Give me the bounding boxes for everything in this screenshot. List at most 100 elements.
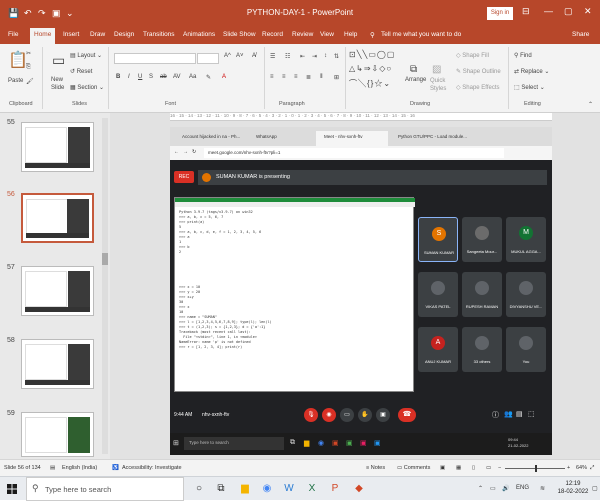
sign-in-button[interactable]: Sign in — [487, 7, 513, 20]
accessibility-status[interactable]: Accessibility: Investigate — [122, 465, 182, 471]
select-button[interactable]: ⬚ Select ⌄ — [514, 84, 545, 91]
fit-slide-icon[interactable]: ⤢ — [590, 465, 594, 472]
tab-animations[interactable]: Animations — [183, 31, 215, 38]
tab-slide-show[interactable]: Slide Show — [223, 31, 256, 38]
input-language[interactable]: ENG — [516, 485, 529, 491]
font-color-icon[interactable]: A — [222, 74, 226, 80]
tab-draw[interactable]: Draw — [90, 31, 105, 38]
shapes-gallery[interactable]: ⊡╲╲▭◯▢ — [349, 50, 395, 59]
maximize-button[interactable]: ▢ — [564, 6, 573, 17]
zoom-out-button[interactable]: − — [498, 465, 501, 471]
justify-icon[interactable]: ≣ — [306, 74, 311, 81]
tab-file[interactable]: File — [8, 31, 18, 38]
zoom-in-button[interactable]: + — [567, 465, 570, 471]
tab-review[interactable]: Review — [292, 31, 313, 38]
scrollbar-thumb[interactable] — [102, 253, 108, 265]
strikethrough-button[interactable]: ab — [160, 74, 167, 80]
tab-design[interactable]: Design — [114, 31, 134, 38]
italic-button[interactable]: I — [128, 74, 130, 80]
align-left-icon[interactable]: ≡ — [270, 74, 274, 80]
columns-icon[interactable]: ⫴ — [320, 74, 323, 81]
taskbar-search-box[interactable]: ⚲ Type here to search — [26, 477, 184, 501]
ribbon-display-options-icon[interactable]: ⊟ — [522, 6, 530, 17]
cut-icon[interactable]: ✂ — [26, 50, 31, 57]
new-slide-icon[interactable]: ▭ — [52, 52, 65, 69]
increase-indent-icon[interactable]: ⇥ — [312, 53, 317, 60]
slide-canvas[interactable]: Account hijacked in na - Ph... WhatsApp … — [170, 127, 552, 455]
shape-outline-button[interactable]: ✎ Shape Outline — [456, 68, 501, 75]
task-view-icon[interactable]: ⧉ — [214, 482, 228, 496]
slide-thumbnail-selected[interactable] — [21, 193, 94, 243]
shape-fill-button[interactable]: ◇ Shape Fill — [456, 52, 489, 59]
layout-button[interactable]: ▤ Layout ⌄ — [70, 52, 102, 59]
powerpoint-icon[interactable]: P — [328, 482, 342, 496]
clipboard-icon[interactable]: 📋 — [8, 50, 28, 70]
slide-thumbnail[interactable] — [21, 412, 94, 457]
arrange-icon[interactable]: ⧉ — [410, 64, 417, 75]
language-indicator[interactable]: English (India) — [62, 465, 97, 471]
volume-icon[interactable]: 🔊 — [502, 485, 509, 492]
thumbnail-scrollbar[interactable] — [102, 118, 108, 454]
change-case-icon[interactable]: Aa — [189, 74, 196, 80]
word-icon[interactable]: W — [282, 482, 296, 496]
tab-insert[interactable]: Insert — [63, 31, 79, 38]
notes-button[interactable]: ≡ Notes — [366, 465, 385, 471]
shape-effects-button[interactable]: ◇ Shape Effects — [456, 84, 500, 91]
align-center-icon[interactable]: ≡ — [282, 74, 286, 80]
zoom-slider-thumb[interactable] — [535, 465, 537, 472]
cortana-icon[interactable]: ○ — [192, 482, 206, 496]
clear-formatting-icon[interactable]: A̸ — [252, 53, 256, 59]
quick-styles-button[interactable]: Quick Styles — [430, 77, 452, 93]
tab-view[interactable]: View — [320, 31, 334, 38]
character-spacing-icon[interactable]: AV — [173, 74, 181, 80]
close-button[interactable]: ✕ — [584, 6, 592, 17]
decrease-font-size-button[interactable]: A˅ — [236, 53, 244, 59]
increase-font-size-button[interactable]: A^ — [224, 53, 231, 59]
slide-sorter-icon[interactable]: ▦ — [456, 465, 461, 471]
section-button[interactable]: ▦ Section ⌄ — [70, 84, 104, 91]
collapse-ribbon-icon[interactable]: ⌃ — [588, 101, 593, 108]
arrange-button[interactable]: Arrange — [405, 77, 426, 83]
slide-thumbnail[interactable] — [21, 266, 94, 316]
numbering-icon[interactable]: ☷ — [285, 53, 290, 60]
tell-me-search[interactable]: Tell me what you want to do — [381, 31, 461, 38]
slide-show-icon[interactable]: ▭ — [486, 465, 491, 471]
align-right-icon[interactable]: ≡ — [294, 74, 298, 80]
text-direction-icon[interactable]: ⇅ — [334, 53, 339, 60]
minimize-button[interactable]: — — [544, 6, 553, 16]
shapes-gallery-row-2[interactable]: △↳⇒⇩◇○ — [349, 64, 392, 73]
replace-button[interactable]: ⇄ Replace ⌄ — [514, 68, 549, 75]
screenshot-image[interactable]: Account hijacked in na - Ph... WhatsApp … — [170, 127, 552, 455]
windows-start-icon[interactable] — [7, 484, 17, 494]
bold-button[interactable]: B — [116, 74, 120, 80]
font-family-select[interactable] — [114, 53, 196, 64]
reset-button[interactable]: ↺ Reset — [70, 68, 92, 75]
underline-button[interactable]: U — [138, 74, 142, 80]
decrease-indent-icon[interactable]: ⇤ — [300, 53, 305, 60]
accessibility-icon[interactable]: ♿ — [112, 465, 119, 471]
find-button[interactable]: ⚲ Find — [514, 52, 532, 59]
comments-button[interactable]: ▭ Comments — [397, 465, 430, 471]
copy-icon[interactable]: ⎘ — [26, 64, 31, 71]
share-button[interactable]: Share — [572, 31, 589, 38]
notifications-icon[interactable]: ▢ — [592, 485, 598, 492]
paste-button[interactable]: Paste — [8, 78, 23, 84]
network-icon[interactable]: ▭ — [490, 485, 496, 492]
excel-icon[interactable]: X — [305, 482, 319, 496]
shapes-gallery-row-3[interactable]: ⌒╲{}☆⌄ — [349, 78, 391, 89]
zoom-level[interactable]: 64% — [576, 465, 587, 471]
chrome-icon[interactable]: ◉ — [260, 482, 274, 496]
tab-home[interactable]: Home — [30, 28, 56, 44]
format-painter-icon[interactable]: 🖌 — [26, 78, 34, 85]
font-size-select[interactable] — [197, 53, 219, 64]
tab-transitions[interactable]: Transitions — [143, 31, 175, 38]
bullets-icon[interactable]: ☰ — [270, 53, 275, 60]
highlight-color-icon[interactable]: ✎ — [206, 74, 211, 81]
show-hidden-icons[interactable]: ⌃ — [478, 485, 483, 492]
taskbar-clock[interactable]: 12:19 18-02-2022 — [555, 480, 591, 496]
file-explorer-icon[interactable]: ▆ — [238, 482, 252, 496]
zoom-slider[interactable] — [505, 465, 565, 472]
reading-view-icon[interactable]: ▯ — [472, 465, 475, 471]
slide-thumbnail[interactable] — [21, 339, 94, 389]
normal-view-icon[interactable]: ▣ — [440, 465, 445, 471]
